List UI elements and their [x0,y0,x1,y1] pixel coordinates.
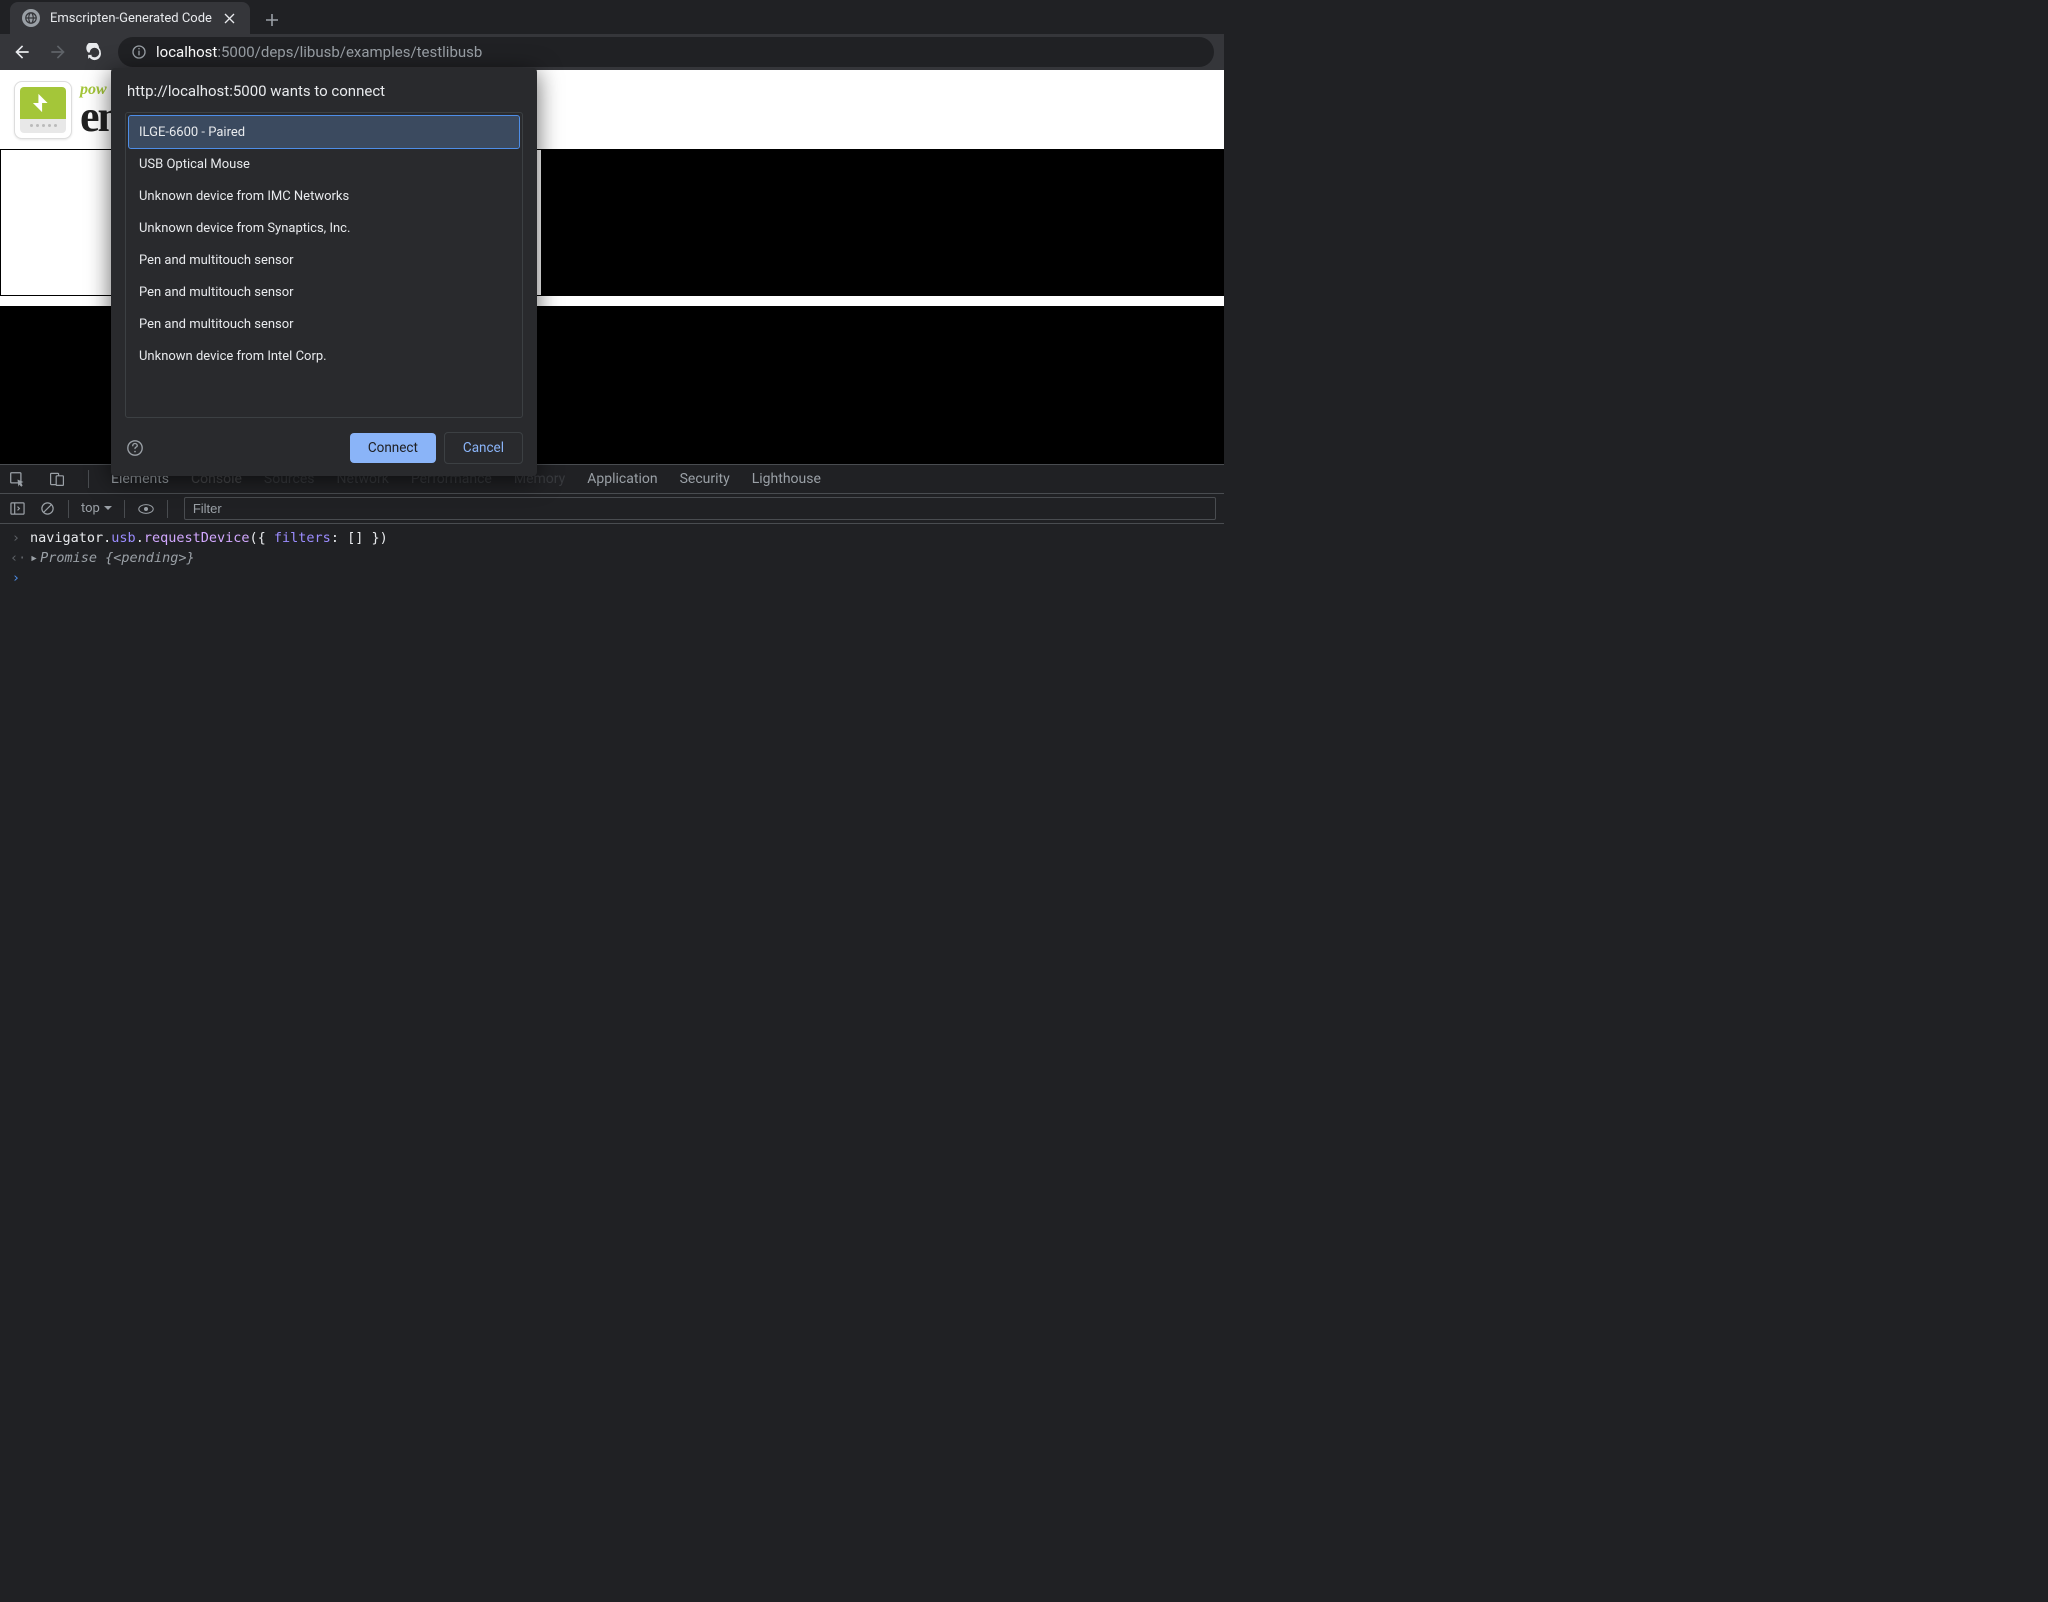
execution-context-selector[interactable]: top [81,501,112,516]
tab-security[interactable]: Security [680,465,730,493]
globe-icon [22,9,40,27]
usb-device-item[interactable]: Unknown device from Intel Corp. [129,340,519,372]
console-input-line[interactable]: › navigator.usb.requestDevice({ filters:… [0,528,1224,548]
help-icon[interactable] [125,438,145,458]
dialog-footer: Connect Cancel [125,418,523,464]
usb-device-item[interactable]: USB Optical Mouse [129,148,519,180]
clear-console-icon[interactable] [38,500,56,518]
usb-device-item[interactable]: Unknown device from Synaptics, Inc. [129,212,519,244]
tab-title: Emscripten-Generated Code [50,11,212,26]
live-expression-icon[interactable] [137,500,155,518]
usb-device-item[interactable]: Unknown device from IMC Networks [129,180,519,212]
usb-device-item[interactable]: Pen and multitouch sensor [129,276,519,308]
browser-tab-bar: Emscripten-Generated Code [0,0,1224,34]
usb-device-item[interactable]: Pen and multitouch sensor [129,244,519,276]
back-button[interactable] [10,40,34,64]
url-host: localhost [156,43,217,61]
cancel-button[interactable]: Cancel [444,432,523,464]
console-prompt[interactable]: › [0,568,1224,588]
usb-permission-dialog: http://localhost:5000 wants to connect I… [111,68,537,476]
new-tab-button[interactable] [258,6,286,34]
forward-button[interactable] [46,40,70,64]
emscripten-icon [14,81,72,139]
url-path: :5000/deps/libusb/examples/testlibusb [217,43,482,61]
console-filter-input[interactable] [184,497,1216,520]
url-text: localhost:5000/deps/libusb/examples/test… [156,43,482,61]
close-tab-icon[interactable] [222,10,238,26]
site-info-icon[interactable] [130,43,148,61]
address-bar[interactable]: localhost:5000/deps/libusb/examples/test… [118,37,1214,67]
connect-button[interactable]: Connect [350,433,436,463]
usb-device-item[interactable]: ILGE-6600 - Paired [129,116,519,148]
reload-button[interactable] [82,40,106,64]
console-filter-bar: top [0,494,1224,524]
tab-lighthouse[interactable]: Lighthouse [752,465,821,493]
console-output-line[interactable]: ‹· ▸Promise {<pending>} [0,548,1224,568]
usb-device-item[interactable]: Pen and multitouch sensor [129,308,519,340]
browser-tab[interactable]: Emscripten-Generated Code [10,2,250,34]
usb-device-list: ILGE-6600 - Paired USB Optical Mouse Unk… [125,112,523,418]
console-output: › navigator.usb.requestDevice({ filters:… [0,524,1224,957]
devtools-panel: Elements Console Sources Network Perform… [0,464,1224,957]
dialog-title: http://localhost:5000 wants to connect [125,82,523,100]
chevron-down-icon [104,506,112,511]
device-toggle-icon[interactable] [48,470,66,488]
console-sidebar-toggle-icon[interactable] [8,500,26,518]
tab-application[interactable]: Application [587,465,657,493]
browser-toolbar: localhost:5000/deps/libusb/examples/test… [0,34,1224,70]
inspect-element-icon[interactable] [8,470,26,488]
